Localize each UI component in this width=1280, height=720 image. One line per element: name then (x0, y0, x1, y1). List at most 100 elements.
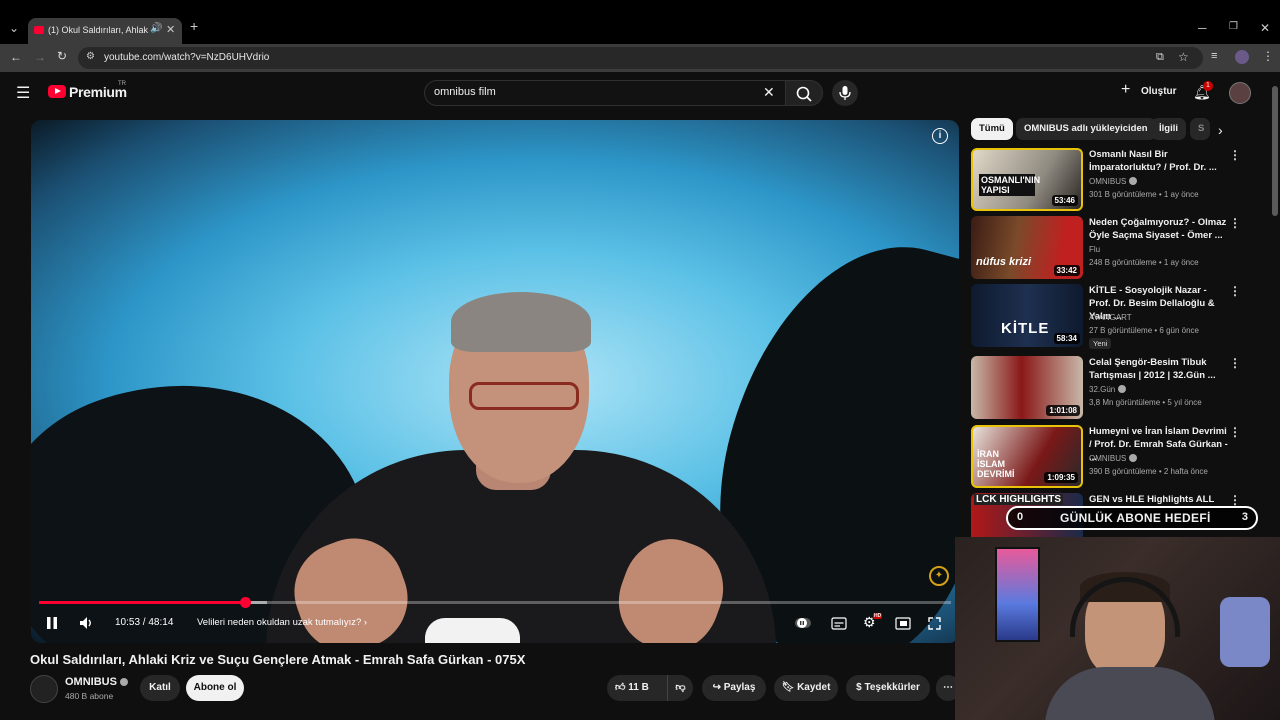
browser-menu-icon[interactable]: ⋮ (1262, 49, 1274, 63)
bookmark-icon: 🔖︎ (781, 682, 795, 693)
rec-meta: 3,8 Mn görüntüleme • 5 yıl önce (1089, 398, 1202, 407)
video-duration: 33:42 (1053, 265, 1080, 276)
more-options-icon[interactable]: ⋮ (1229, 356, 1241, 370)
install-app-icon[interactable]: ⧉ (1156, 51, 1164, 64)
tab-title: (1) Okul Saldırıları, Ahlaki K (48, 25, 148, 35)
tab-close-icon[interactable]: ✕ (166, 23, 175, 36)
recommendation-item[interactable]: KİTLE 58:34 KİTLE - Sosyolojik Nazar - P… (971, 284, 1271, 349)
rec-channel: Flu (1089, 245, 1101, 254)
save-button[interactable]: 🔖︎ Kaydet (774, 675, 838, 701)
theater-mode-icon[interactable] (895, 617, 911, 630)
more-options-icon[interactable]: ⋮ (1229, 493, 1241, 507)
site-info-icon[interactable]: ⚙ (86, 51, 95, 62)
rec-meta: 27 B görüntüleme • 6 gün önce (1089, 326, 1199, 335)
dislike-button[interactable]: 👎︎ (667, 675, 693, 701)
search-icon (796, 86, 812, 102)
fullscreen-icon[interactable] (928, 617, 941, 630)
scrubber-handle[interactable] (239, 597, 251, 608)
subscribe-button[interactable]: Abone ol (186, 675, 244, 701)
chapter-title[interactable]: Velileri neden okuldan uzak tutmalıyız? … (197, 617, 367, 628)
minimize-icon[interactable]: ─ (1198, 21, 1207, 35)
video-thumbnail: İRAN İSLAM DEVRİMİ 1:09:35 (971, 425, 1083, 488)
maximize-icon[interactable]: ❐ (1229, 21, 1238, 32)
chair-back (1220, 597, 1270, 667)
time-display: 10:53 / 48:14 (115, 617, 174, 628)
media-control-icon[interactable]: ≡ (1211, 50, 1217, 62)
rec-channel-text: OMNIBUS (1089, 177, 1127, 186)
video-thumbnail: OSMANLI'NIN YAPISI 53:46 (971, 148, 1083, 211)
more-horizontal-icon: ⋯ (943, 682, 953, 693)
chip-from-uploader[interactable]: OMNIBUS adlı yükleyiciden (1016, 118, 1156, 140)
thumbs-down-icon: 👎︎ (675, 682, 686, 693)
channel-name[interactable]: OMNIBUS (65, 676, 128, 688)
duration: 48:14 (148, 617, 174, 628)
search-input[interactable] (434, 86, 754, 98)
chip-partial[interactable]: S (1190, 118, 1210, 140)
more-options-icon[interactable]: ⋮ (1229, 216, 1241, 230)
chips-next-icon[interactable]: › (1218, 122, 1223, 138)
clear-search-icon[interactable]: ✕ (763, 84, 775, 101)
share-label: Paylaş (723, 682, 756, 693)
notifications-button[interactable]: 🔔︎ 1 (1193, 81, 1213, 104)
autoplay-toggle[interactable] (795, 616, 811, 630)
verified-icon (1129, 454, 1138, 462)
back-icon[interactable]: ← (10, 50, 22, 64)
url-text: youtube.com/watch?v=NzD6UHVdrio (104, 52, 270, 63)
chip-related[interactable]: İlgili (1151, 118, 1186, 140)
url-field[interactable]: ⚙ youtube.com/watch?v=NzD6UHVdrio ⧉ ☆ (78, 47, 1203, 69)
profile-avatar-icon[interactable] (1235, 50, 1249, 64)
hamburger-menu-icon[interactable]: ☰ (16, 83, 30, 103)
more-options-icon[interactable]: ⋮ (1229, 148, 1241, 162)
rec-channel-text: OMNIBUS (1089, 454, 1127, 463)
speaker-icon[interactable]: 🔊 (150, 23, 162, 34)
video-player[interactable] (31, 120, 959, 643)
address-bar: ← → ↻ ⚙ youtube.com/watch?v=NzD6UHVdrio … (0, 44, 1280, 72)
more-options-icon[interactable]: ⋮ (1229, 284, 1241, 298)
recommendation-item[interactable]: 1:01:08 Celal Şengör-Besim Tibuk Tartışm… (971, 356, 1271, 420)
new-tab-icon[interactable]: + (190, 18, 198, 34)
streamer-shirt (1045, 667, 1215, 720)
join-button[interactable]: Katıl (140, 675, 180, 701)
volume-icon[interactable] (78, 615, 94, 631)
video-thumbnail: nüfus krizi 33:42 (971, 216, 1083, 279)
recommendation-item[interactable]: İRAN İSLAM DEVRİMİ 1:09:35 Humeyni ve İr… (971, 425, 1271, 489)
tab-list-icon[interactable]: ⌄ (9, 21, 19, 35)
video-info-icon[interactable]: i (932, 128, 948, 144)
pause-icon[interactable] (45, 616, 59, 630)
bookmark-star-icon[interactable]: ☆ (1178, 50, 1189, 64)
thanks-button[interactable]: $ Teşekkürler (846, 675, 930, 701)
window-close-icon[interactable]: ✕ (1260, 21, 1270, 35)
video-duration: 1:09:35 (1044, 472, 1078, 483)
mug (425, 618, 520, 643)
region-label: TR (118, 81, 126, 87)
user-avatar[interactable] (1229, 82, 1251, 104)
thumbnail-text: nüfus krizi (976, 256, 1032, 268)
subtitles-icon[interactable] (831, 617, 847, 630)
thumbnail-text: KİTLE (1001, 320, 1050, 337)
monitor-screen (995, 547, 1040, 642)
more-options-icon[interactable]: ⋮ (1229, 425, 1241, 439)
reload-icon[interactable]: ↻ (57, 49, 67, 63)
page-scrollbar[interactable] (1272, 86, 1278, 216)
thumbnail-text: LCK HIGHLIGHTS (974, 494, 1063, 505)
chip-all[interactable]: Tümü (971, 118, 1013, 140)
thumbs-up-icon: 👍︎ (615, 682, 626, 693)
search-button[interactable] (785, 80, 823, 106)
sponsor-segment-icon[interactable]: ✦ (929, 566, 949, 586)
current-time: 10:53 (115, 617, 141, 628)
recommendation-item[interactable]: nüfus krizi 33:42 Neden Çoğalmıyoruz? - … (971, 216, 1271, 280)
voice-search-button[interactable] (832, 80, 858, 106)
channel-avatar[interactable] (30, 675, 58, 703)
played-bar (39, 601, 245, 604)
thanks-label: Teşekkürler (864, 682, 920, 693)
streamer-webcam (955, 537, 1280, 720)
forward-icon[interactable]: → (34, 50, 46, 64)
progress-bar[interactable] (39, 597, 951, 608)
recommendation-item[interactable]: OSMANLI'NIN YAPISI 53:46 Osmanlı Nasıl B… (971, 148, 1271, 212)
video-thumbnail: 1:01:08 (971, 356, 1083, 419)
browser-tab[interactable]: (1) Okul Saldırıları, Ahlaki K 🔊 ✕ (28, 18, 182, 44)
hd-badge: HD (873, 613, 883, 619)
like-button[interactable]: 👍︎ 11 B (607, 675, 667, 701)
share-button[interactable]: ↪ Paylaş (702, 675, 766, 701)
chevron-right-icon: › (363, 617, 368, 628)
